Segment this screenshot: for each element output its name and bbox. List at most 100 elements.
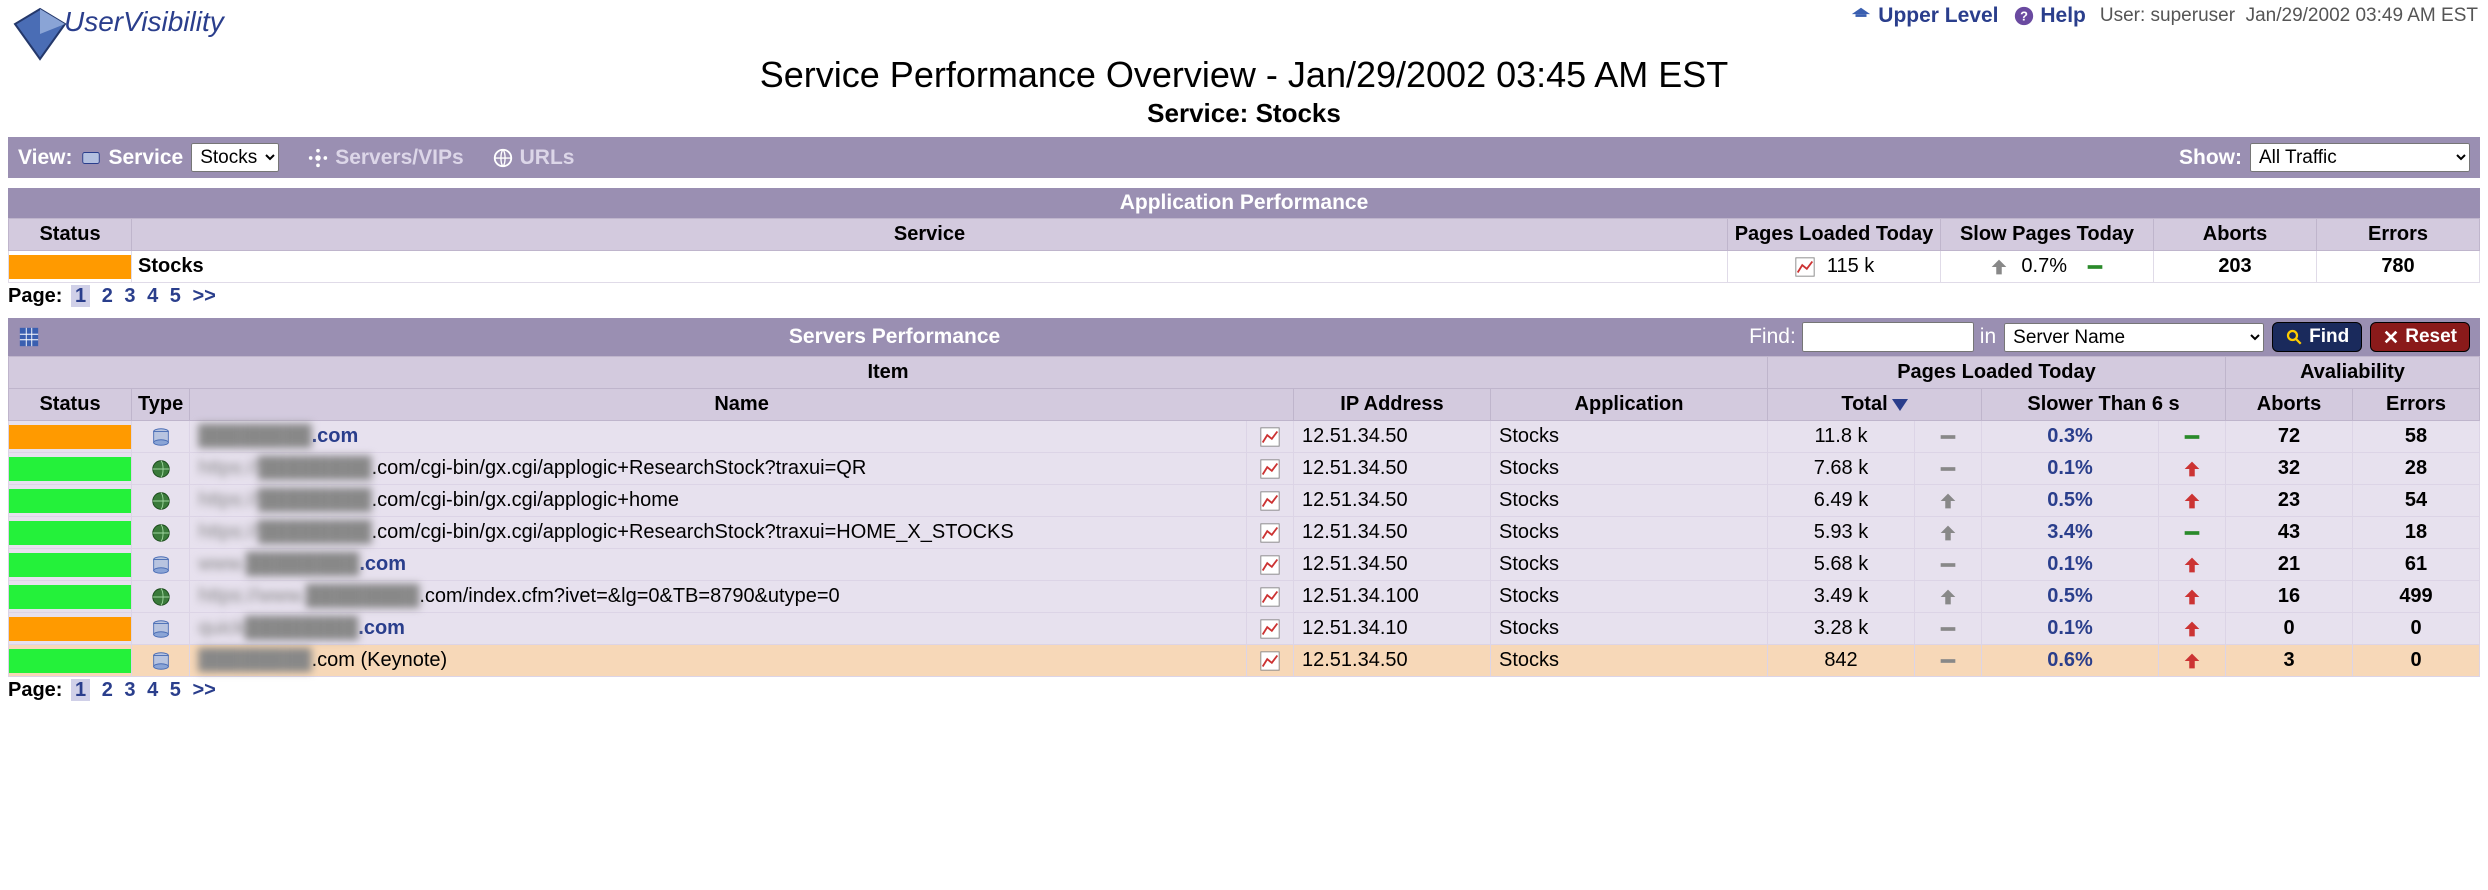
- trend-flat-green-icon: [2181, 522, 2203, 544]
- help-icon: ?: [2013, 5, 2035, 27]
- page-link[interactable]: 2: [102, 285, 113, 307]
- grid-icon[interactable]: [18, 326, 40, 348]
- slow-cell[interactable]: 0.1%: [1982, 549, 2159, 581]
- total-cell: 7.68 k: [1768, 453, 1915, 485]
- chart-icon[interactable]: [1259, 586, 1281, 608]
- name-cell[interactable]: https://████████.com/cgi-bin/gx.cgi/appl…: [190, 485, 1247, 517]
- page-link[interactable]: 3: [124, 285, 135, 307]
- chart-cell[interactable]: [1247, 517, 1294, 549]
- find-input[interactable]: [1802, 322, 1974, 352]
- page-current: 1: [71, 679, 90, 701]
- server-link[interactable]: .com: [312, 425, 359, 447]
- col-slow[interactable]: Slow Pages Today: [1941, 219, 2154, 251]
- chart-icon[interactable]: [1259, 618, 1281, 640]
- col-total[interactable]: Total: [1768, 389, 1982, 421]
- chart-icon[interactable]: [1259, 522, 1281, 544]
- slow-cell[interactable]: 0.3%: [1982, 421, 2159, 453]
- reset-button[interactable]: Reset: [2370, 322, 2470, 352]
- col-errors[interactable]: Errors: [2317, 219, 2480, 251]
- page-next[interactable]: >>: [192, 285, 215, 307]
- trend-flat-green-icon: [2181, 426, 2203, 448]
- server-link[interactable]: .com: [359, 553, 406, 575]
- app-cell: Stocks: [1491, 517, 1768, 549]
- ip-cell: 12.51.34.50: [1294, 453, 1491, 485]
- app-cell: Stocks: [1491, 645, 1768, 677]
- page-link[interactable]: 5: [170, 285, 181, 307]
- name-cell[interactable]: ████████.com: [190, 421, 1247, 453]
- slow-cell[interactable]: 3.4%: [1982, 517, 2159, 549]
- chart-icon[interactable]: [1259, 650, 1281, 672]
- help-link[interactable]: ? Help: [2013, 4, 2086, 28]
- page-link[interactable]: 3: [124, 679, 135, 701]
- table-row: www.████████.com12.51.34.50Stocks5.68 k0…: [9, 549, 2480, 581]
- page-link[interactable]: 4: [147, 285, 158, 307]
- col-name[interactable]: Name: [190, 389, 1294, 421]
- slow-cell[interactable]: 0.6%: [1982, 645, 2159, 677]
- trend2-cell: [2159, 613, 2226, 645]
- product-name: UserVisibility: [64, 6, 224, 38]
- upper-level-link[interactable]: Upper Level: [1850, 4, 1998, 28]
- col-ip[interactable]: IP Address: [1294, 389, 1491, 421]
- name-cell[interactable]: ████████.com (Keynote): [190, 645, 1247, 677]
- chart-icon[interactable]: [1259, 554, 1281, 576]
- name-cell[interactable]: https://████████.com/cgi-bin/gx.cgi/appl…: [190, 453, 1247, 485]
- page-next[interactable]: >>: [192, 679, 215, 701]
- trend-cell: [1915, 485, 1982, 517]
- page-link[interactable]: 2: [102, 679, 113, 701]
- col-app[interactable]: Application: [1491, 389, 1768, 421]
- service-select[interactable]: Stocks: [191, 143, 279, 172]
- chart-cell[interactable]: [1247, 645, 1294, 677]
- find-in-select[interactable]: Server Name: [2004, 323, 2264, 352]
- name-cell[interactable]: quick████████.com: [190, 613, 1247, 645]
- service-cell[interactable]: Stocks: [132, 251, 1728, 283]
- col-errors2[interactable]: Errors: [2353, 389, 2480, 421]
- chart-icon[interactable]: [1259, 490, 1281, 512]
- col-aborts2[interactable]: Aborts: [2226, 389, 2353, 421]
- slow-cell[interactable]: 0.1%: [1982, 613, 2159, 645]
- chart-cell[interactable]: [1247, 485, 1294, 517]
- sort-desc-icon: [1892, 399, 1908, 411]
- total-cell: 3.49 k: [1768, 581, 1915, 613]
- chart-cell[interactable]: [1247, 421, 1294, 453]
- col-slower[interactable]: Slower Than 6 s: [1982, 389, 2226, 421]
- servers-vips-tab[interactable]: Servers/VIPs: [307, 146, 463, 170]
- find-button[interactable]: Find: [2272, 322, 2362, 352]
- app-cell: Stocks: [1491, 485, 1768, 517]
- col-status[interactable]: Status: [9, 219, 132, 251]
- col-pages[interactable]: Pages Loaded Today: [1728, 219, 1941, 251]
- col-service[interactable]: Service: [132, 219, 1728, 251]
- page-subtitle: Service: Stocks: [0, 98, 2488, 129]
- top-links: Upper Level ? Help User: superuser Jan/2…: [1850, 4, 2478, 28]
- slow-cell[interactable]: 0.5%: [1982, 581, 2159, 613]
- col-type[interactable]: Type: [132, 389, 190, 421]
- chart-cell[interactable]: [1247, 549, 1294, 581]
- name-cell[interactable]: https://www.████████.com/index.cfm?ivet=…: [190, 581, 1247, 613]
- col-aborts[interactable]: Aborts: [2154, 219, 2317, 251]
- status-swatch: [9, 489, 131, 513]
- trend-cell: [1915, 421, 1982, 453]
- trend2-cell: [2159, 453, 2226, 485]
- chart-icon[interactable]: [1794, 256, 1816, 278]
- service-label: Service: [108, 146, 183, 170]
- name-cell[interactable]: https://████████.com/cgi-bin/gx.cgi/appl…: [190, 517, 1247, 549]
- chart-icon[interactable]: [1259, 458, 1281, 480]
- urls-tab[interactable]: URLs: [492, 146, 575, 170]
- server-link[interactable]: .com: [358, 617, 405, 639]
- show-select[interactable]: All Traffic: [2250, 143, 2470, 172]
- errors-cell: 18: [2353, 517, 2480, 549]
- chart-cell[interactable]: [1247, 453, 1294, 485]
- slow-cell[interactable]: 0.1%: [1982, 453, 2159, 485]
- chart-cell[interactable]: [1247, 613, 1294, 645]
- pagination-top: Page: 1 2 3 4 5 >>: [8, 285, 2480, 308]
- name-cell[interactable]: www.████████.com: [190, 549, 1247, 581]
- table-row: https://████████.com/cgi-bin/gx.cgi/appl…: [9, 453, 2480, 485]
- chart-cell[interactable]: [1247, 581, 1294, 613]
- page-link[interactable]: 4: [147, 679, 158, 701]
- app-perf-row: Stocks 115 k 0.7% 203 780: [9, 251, 2480, 283]
- col-status[interactable]: Status: [9, 389, 132, 421]
- page-link[interactable]: 5: [170, 679, 181, 701]
- slow-cell[interactable]: 0.5%: [1982, 485, 2159, 517]
- trend2-cell: [2159, 517, 2226, 549]
- chart-icon[interactable]: [1259, 426, 1281, 448]
- servers-perf-header: Servers Performance Find: in Server Name…: [8, 318, 2480, 356]
